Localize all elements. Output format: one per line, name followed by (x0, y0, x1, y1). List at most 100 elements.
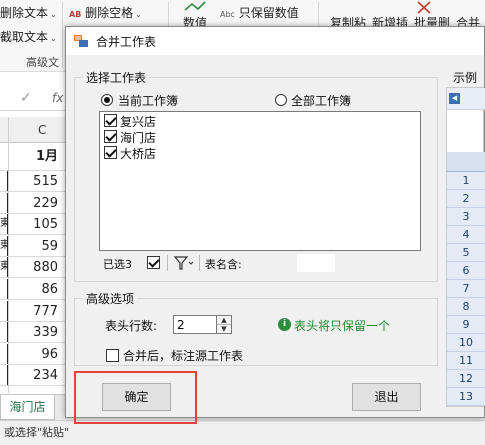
delete-spaces-label: 删除空格 (85, 6, 134, 20)
sheet-checkbox[interactable] (104, 114, 117, 127)
table-cell[interactable]: 86 (0, 279, 70, 300)
column-header-row: C (0, 117, 70, 143)
cancel-icon[interactable]: ✓ (20, 90, 32, 106)
table-cell[interactable]: 515 (0, 171, 70, 192)
fx-icon[interactable]: fx (52, 91, 63, 105)
spin-up-icon[interactable]: ▲ (217, 316, 231, 325)
delete-text-button[interactable]: 删除文本 ⌄ (0, 4, 57, 21)
sheet-list[interactable]: 复兴店 海门店 大桥店 (99, 111, 421, 251)
radio-current-workbook[interactable] (101, 94, 113, 106)
cell-value: 59 (41, 238, 58, 254)
example-row-number: 2 (447, 190, 485, 208)
exit-button[interactable]: 退出 (352, 383, 421, 411)
example-row-number: 11 (447, 352, 485, 370)
first-sheet-icon: ◀ (449, 93, 460, 104)
radio-all-workbooks[interactable] (275, 94, 287, 106)
header-cell-text: 1月 (35, 149, 58, 164)
toolbar-divider (199, 255, 200, 271)
example-row-number: 7 (447, 280, 485, 298)
example-row-number: 4 (447, 226, 485, 244)
toolbar-divider (167, 255, 168, 271)
delete-spaces-button[interactable]: AB 删除空格 ⌄ (69, 4, 142, 21)
example-row-number: 1 (447, 172, 485, 190)
dialog-title: 合并工作表 (96, 35, 157, 49)
cell-value: 515 (33, 174, 58, 189)
left-column-fragment: 東 (0, 214, 8, 235)
sheet-list-toolbar: 已选3 表名含: (99, 251, 421, 275)
name-contains-label: 表名含: (205, 258, 242, 271)
select-all-checkbox[interactable] (147, 256, 160, 269)
spin-down-icon[interactable]: ▼ (217, 325, 231, 334)
example-row-number: 6 (447, 262, 485, 280)
filter-icon[interactable] (174, 256, 194, 270)
table-cell[interactable]: 東 880 (0, 257, 70, 279)
sheet-checkbox[interactable] (104, 146, 117, 159)
select-sheets-group-label: 选择工作表 (83, 69, 150, 86)
value-icon (183, 0, 207, 14)
header-cell[interactable]: 1月 (0, 143, 70, 171)
example-row-number: 3 (447, 208, 485, 226)
delete-text-label: 删除文本 (0, 6, 49, 20)
column-header-c[interactable]: C (38, 123, 46, 137)
cell-value: 339 (33, 325, 58, 341)
table-cell[interactable]: 東 105 (0, 214, 70, 236)
column-divider (8, 117, 9, 393)
annotate-source-checkbox[interactable] (106, 349, 119, 362)
header-rows-spinner[interactable]: ▲ ▼ (217, 315, 232, 334)
sheet-tab-active[interactable]: 海门店 (0, 395, 55, 420)
cell-value: 105 (33, 217, 58, 233)
table-cell[interactable]: 339 (0, 322, 70, 344)
table-cell[interactable]: 東 59 (0, 235, 70, 257)
cell-value: 86 (41, 282, 58, 297)
left-column-fragment (0, 322, 8, 343)
example-row-number: 12 (447, 370, 485, 388)
extract-text-label: 截取文本 (0, 30, 49, 44)
info-text: 表头将只保留一个 (294, 319, 391, 333)
left-column-fragment (0, 192, 8, 213)
sheet-grid[interactable]: 1月 515 229 東 105 東 59 東 880 86 777 339 96 234 (0, 143, 70, 393)
left-column-fragment (0, 365, 8, 386)
left-column-fragment (0, 171, 8, 191)
example-column-header (447, 152, 485, 172)
sheet-name: 大桥店 (120, 147, 157, 161)
example-preview: ◀ 1 2 3 4 5 6 7 8 9 10 11 12 13 (446, 87, 485, 407)
header-rows-label: 表头行数: (105, 319, 158, 333)
example-row-number: 8 (447, 298, 485, 316)
radio-current-workbook-label: 当前工作簿 (118, 94, 179, 108)
chevron-down-icon: ⌄ (50, 10, 57, 19)
table-cell[interactable]: 234 (0, 365, 70, 387)
left-column-fragment (0, 343, 8, 364)
table-cell[interactable]: 777 (0, 300, 70, 322)
ribbon-divider (62, 2, 63, 68)
extract-text-button[interactable]: 截取文本 ⌄ (0, 28, 57, 45)
header-rows-input[interactable] (173, 315, 217, 334)
delete-spaces-icon: AB (69, 10, 82, 19)
table-cell[interactable]: 96 (0, 343, 70, 365)
info-icon: i (278, 318, 291, 331)
abc-icon: Abc (220, 10, 235, 19)
example-row-number: 13 (447, 388, 485, 406)
cell-value: 229 (33, 195, 58, 211)
chevron-down-icon: ⌄ (135, 10, 142, 19)
example-row-number: 5 (447, 244, 485, 262)
merge-sheets-icon (74, 35, 88, 47)
keep-values-label: 只保留数值 (238, 6, 299, 20)
left-column-fragment (0, 300, 8, 321)
selected-count: 已选3 (103, 258, 132, 271)
advanced-options-label: 高级选项 (83, 290, 138, 307)
ok-button[interactable]: 确定 (102, 383, 171, 411)
cell-value: 96 (41, 346, 58, 362)
keep-values-button[interactable]: Abc 只保留数值 (220, 4, 299, 21)
name-filter-input[interactable] (297, 254, 335, 272)
status-bar: 或选择"粘贴" (0, 420, 485, 445)
sheet-name: 复兴店 (120, 115, 157, 129)
sheet-name: 海门店 (120, 131, 157, 145)
example-row-number: 10 (447, 334, 485, 352)
dialog-titlebar[interactable]: 合并工作表 (66, 27, 484, 55)
chevron-down-icon: ⌄ (50, 34, 57, 43)
merge-sheets-dialog: 合并工作表 选择工作表 当前工作簿 全部工作簿 复兴店 海门店 大桥店 已选3 … (65, 26, 485, 424)
table-cell[interactable]: 229 (0, 192, 70, 214)
sheet-checkbox[interactable] (104, 130, 117, 143)
cell-value: 234 (33, 368, 58, 384)
example-label: 示例 (453, 71, 478, 85)
